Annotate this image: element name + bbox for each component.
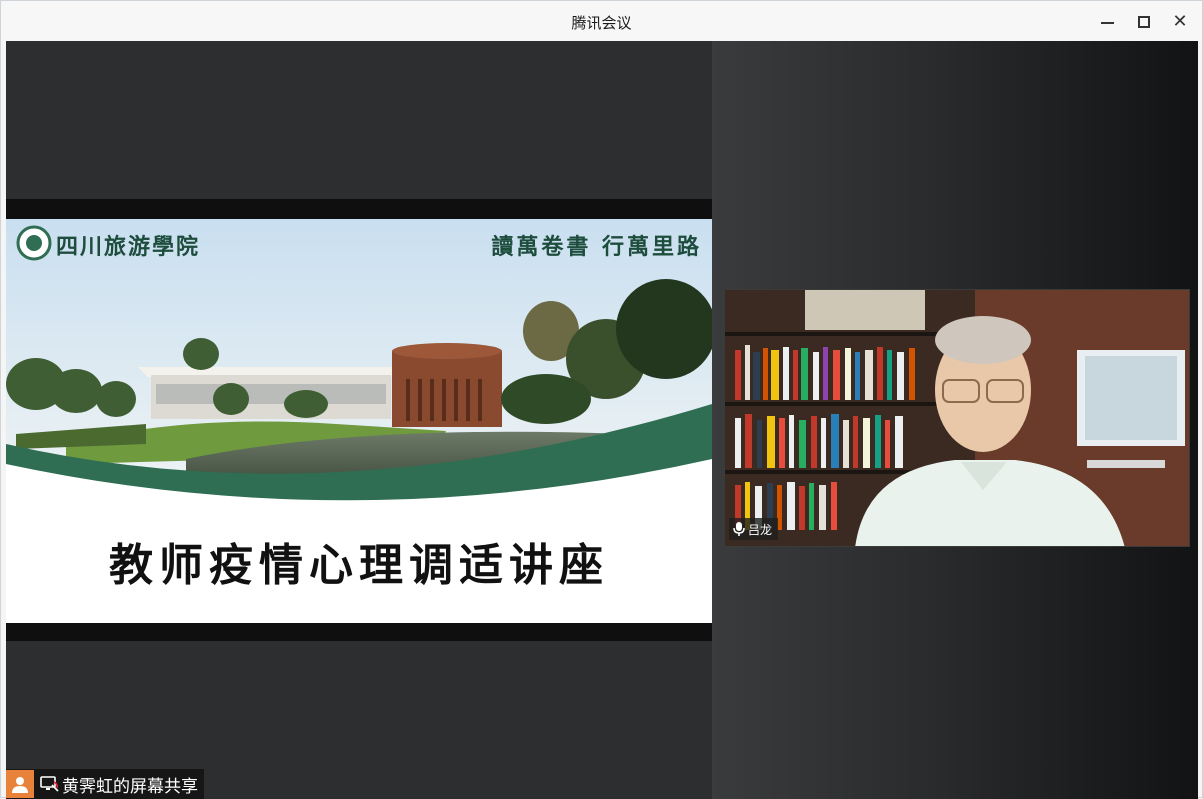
maximize-icon [1138, 16, 1150, 28]
minimize-button[interactable] [1094, 9, 1120, 35]
video-frame [725, 290, 1189, 546]
speaker-name: 吕龙 [748, 522, 773, 537]
speaker-tag: 吕龙 [729, 518, 779, 540]
slide-canvas: 四川旅游學院 讀萬卷書 行萬里路 教师疫情心理调适讲座 [6, 219, 712, 623]
maximize-button[interactable] [1131, 9, 1157, 35]
minimize-icon [1100, 22, 1114, 24]
participant-video[interactable]: 吕龙 [724, 289, 1190, 547]
lecture-title: 教师疫情心理调适讲座 [109, 540, 609, 591]
app-window: 腾讯会议 ✕ 四川旅游學院 讀萬卷書 行萬里路 教师疫情心理调适讲座 吕龙 黄霁… [0, 0, 1203, 799]
microphone-icon [733, 522, 745, 536]
screen-share-icon [40, 776, 59, 792]
video-panel: 吕龙 [712, 41, 1198, 799]
screen-share-indicator[interactable]: 黄霁虹的屏幕共享 [6, 769, 204, 799]
shared-slide: 四川旅游學院 讀萬卷書 行萬里路 教师疫情心理调适讲座 [6, 199, 712, 641]
screen-share-view: 四川旅游學院 讀萬卷書 行萬里路 教师疫情心理调适讲座 [6, 41, 712, 799]
close-button[interactable]: ✕ [1167, 9, 1193, 35]
meeting-content: 四川旅游學院 讀萬卷書 行萬里路 教师疫情心理调适讲座 吕龙 [6, 41, 1198, 799]
window-title: 腾讯会议 [571, 14, 632, 32]
close-icon: ✕ [1172, 11, 1188, 32]
avatar [6, 770, 34, 798]
user-icon [12, 777, 28, 793]
school-motto: 讀萬卷書 行萬里路 [491, 234, 702, 260]
screen-share-label: 黄霁虹的屏幕共享 [62, 776, 198, 797]
school-name: 四川旅游學院 [56, 234, 201, 260]
title-bar[interactable]: 腾讯会议 ✕ [1, 1, 1202, 41]
